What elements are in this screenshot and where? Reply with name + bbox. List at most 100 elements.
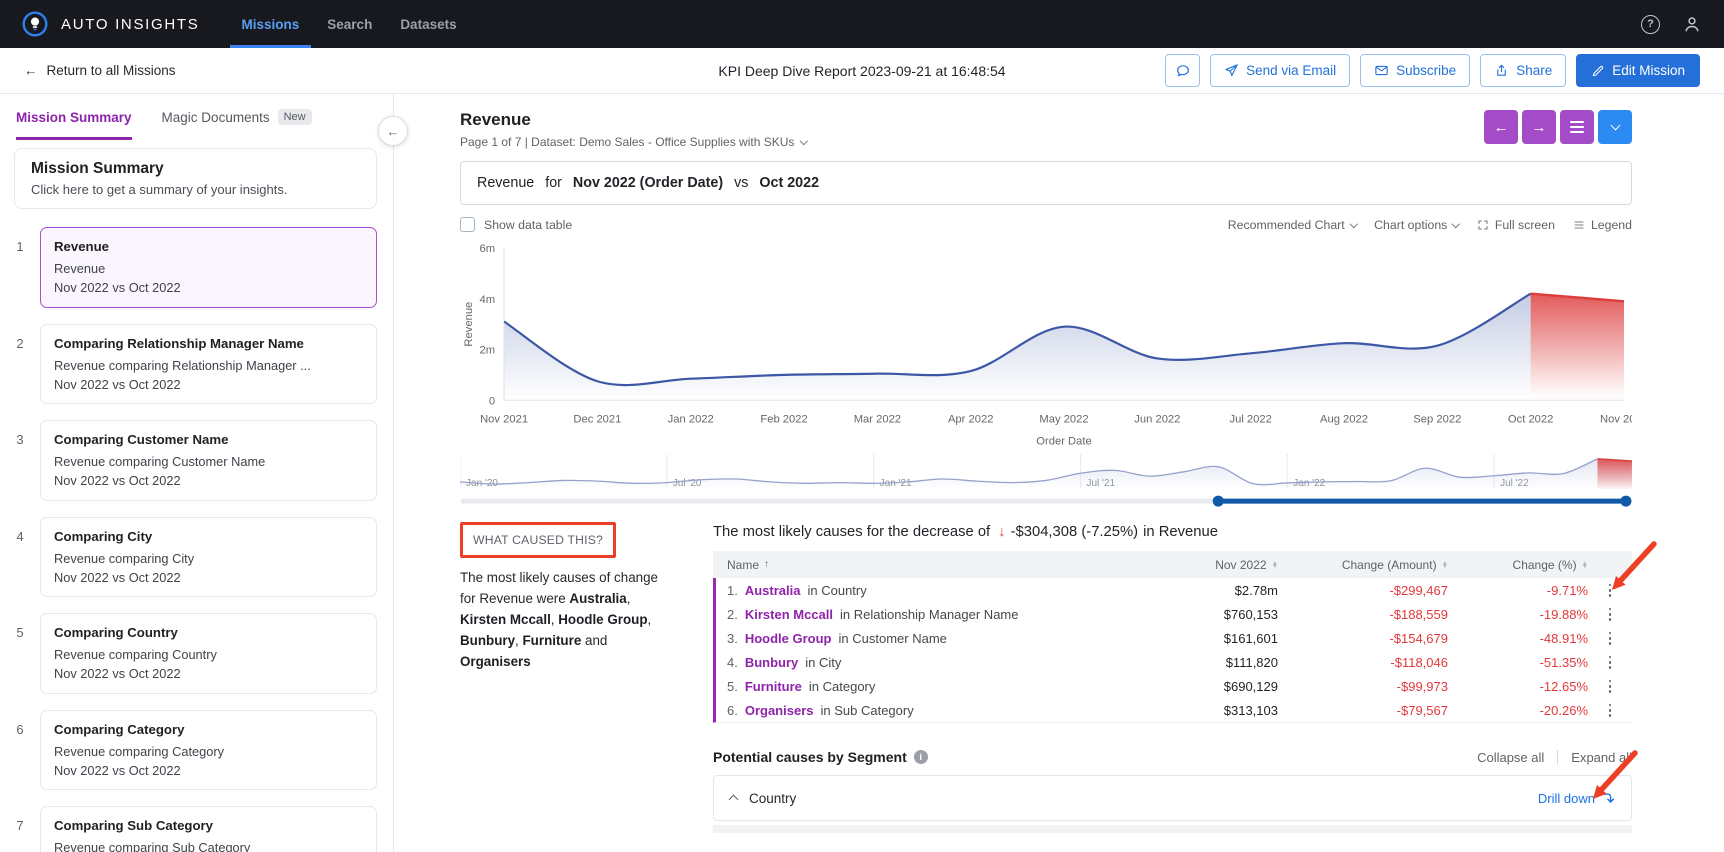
collapse-all-link[interactable]: Collapse all (1477, 750, 1544, 765)
column-header-change-pct[interactable]: Change (%) ▲▼ (1448, 558, 1588, 572)
cause-row[interactable]: 3. Hoodle Group in Customer Name $161,60… (716, 626, 1632, 650)
cause-value: $2.78m (1128, 583, 1278, 598)
envelope-icon (1374, 63, 1389, 78)
chevron-down-icon (1610, 120, 1620, 130)
row-kebab-menu[interactable] (1606, 605, 1615, 625)
mission-item-card[interactable]: Comparing Sub Category Revenue comparing… (40, 806, 377, 852)
page-dropdown-button[interactable] (1598, 110, 1632, 144)
cause-value: $313,103 (1128, 703, 1278, 718)
nav-item[interactable]: Missions (230, 0, 312, 48)
cause-context: in City (805, 655, 841, 670)
column-header-change-amount[interactable]: Change (Amount) ▲▼ (1278, 558, 1448, 572)
drill-down-icon (1601, 791, 1615, 805)
report-title: KPI Deep Dive Report 2023-09-21 at 16:48… (718, 63, 1005, 79)
app-window: AUTO INSIGHTS Missions Search Datasets ? (0, 0, 1724, 852)
mission-summary-card[interactable]: Mission Summary Click here to get a summ… (14, 148, 377, 209)
mission-item-card[interactable]: Comparing City Revenue comparing City No… (40, 517, 377, 598)
mission-item-desc: Revenue comparing Country (54, 645, 363, 664)
chart-options-dropdown[interactable]: Chart options (1374, 218, 1459, 232)
cause-value: $111,820 (1128, 655, 1278, 670)
cause-row[interactable]: 5. Furniture in Category $690,129 -$99,9… (716, 674, 1632, 698)
mission-item-card[interactable]: Comparing Relationship Manager Name Reve… (40, 324, 377, 405)
svg-text:Jun 2022: Jun 2022 (1134, 413, 1180, 425)
nav-item[interactable]: Search (315, 0, 384, 48)
mission-item-title: Comparing City (54, 527, 363, 546)
right-arrow-icon: → (1532, 119, 1547, 136)
row-kebab-menu[interactable] (1606, 701, 1615, 721)
cause-name-link[interactable]: Furniture (745, 679, 802, 694)
mission-item-card[interactable]: Revenue Revenue Nov 2022 vs Oct 2022 (40, 227, 377, 308)
svg-text:6m: 6m (479, 243, 495, 255)
row-kebab-menu[interactable] (1606, 653, 1615, 673)
dataset-selector[interactable]: Page 1 of 7 | Dataset: Demo Sales - Offi… (460, 135, 807, 149)
tab-magic-documents[interactable]: Magic Documents New (162, 94, 312, 140)
mission-item-title: Comparing Category (54, 720, 363, 739)
mission-item-card[interactable]: Comparing Category Revenue comparing Cat… (40, 710, 377, 791)
recommended-chart-dropdown[interactable]: Recommended Chart (1228, 218, 1356, 232)
mission-list-item: 1 Revenue Revenue Nov 2022 vs Oct 2022 (0, 227, 393, 308)
cause-name-link[interactable]: Bunbury (745, 655, 798, 670)
what-caused-text: The most likely causes of change for Rev… (460, 568, 677, 672)
column-header-name[interactable]: Name ↑ (713, 558, 1128, 572)
comments-button[interactable] (1165, 54, 1200, 87)
mission-item-number: 5 (0, 613, 40, 694)
svg-text:0: 0 (489, 395, 495, 407)
page-menu-button[interactable] (1560, 110, 1594, 144)
app-title: AUTO INSIGHTS (61, 16, 200, 33)
show-data-table-checkbox[interactable] (460, 217, 475, 232)
column-header-nov-2022[interactable]: Nov 2022 ▲▼ (1128, 558, 1278, 572)
cause-name-link[interactable]: Hoodle Group (745, 631, 832, 646)
segment-country-label: Country (749, 791, 796, 806)
segment-country-accordion[interactable]: Country Drill down (713, 775, 1632, 821)
cause-name-link[interactable]: Australia (745, 583, 801, 598)
next-page-button[interactable]: → (1522, 110, 1556, 144)
cutoff-next-section (713, 825, 1632, 833)
mission-item-title: Comparing Customer Name (54, 430, 363, 449)
mission-header: ← Return to all Missions KPI Deep Dive R… (0, 48, 1724, 94)
expand-all-link[interactable]: Expand all (1571, 750, 1632, 765)
cause-row[interactable]: 4. Bunbury in City $111,820 -$118,046 -5… (716, 650, 1632, 674)
cause-row[interactable]: 2. Kirsten Mccall in Relationship Manage… (716, 602, 1632, 626)
row-kebab-menu[interactable] (1606, 677, 1615, 697)
previous-page-button[interactable]: ← (1484, 110, 1518, 144)
chat-bubble-icon (1175, 63, 1191, 79)
mission-list-item: 7 Comparing Sub Category Revenue compari… (0, 806, 393, 852)
edit-mission-button[interactable]: Edit Mission (1576, 54, 1700, 87)
legend-button[interactable]: Legend (1573, 218, 1632, 232)
share-button[interactable]: Share (1480, 54, 1566, 87)
cause-name-link[interactable]: Organisers (745, 703, 814, 718)
mission-list-scroll[interactable]: Mission Summary Click here to get a summ… (0, 140, 393, 852)
help-icon[interactable]: ? (1641, 15, 1660, 34)
svg-text:May 2022: May 2022 (1039, 413, 1088, 425)
user-icon[interactable] (1682, 14, 1702, 34)
what-caused-column: WHAT CAUSED THIS? The most likely causes… (460, 522, 713, 833)
mission-item-period: Nov 2022 vs Oct 2022 (54, 664, 363, 683)
mission-item-number: 1 (0, 227, 40, 308)
mission-item-card[interactable]: Comparing Customer Name Revenue comparin… (40, 420, 377, 501)
return-to-missions-link[interactable]: ← Return to all Missions (24, 63, 176, 78)
row-kebab-menu[interactable] (1606, 629, 1615, 649)
mission-item-desc: Revenue comparing Relationship Manager .… (54, 356, 363, 375)
mission-item-period: Nov 2022 vs Oct 2022 (54, 375, 363, 394)
svg-text:Jan 2022: Jan 2022 (668, 413, 714, 425)
cause-row[interactable]: 6. Organisers in Sub Category $313,103 -… (716, 698, 1632, 722)
chevron-down-icon (1350, 220, 1358, 228)
send-via-email-button[interactable]: Send via Email (1210, 54, 1350, 87)
timeline-minimap[interactable]: Jan '20Jul '20Jan '21Jul '21Jan '22Jul '… (460, 452, 1632, 510)
sort-ascending-icon: ↑ (764, 559, 769, 570)
mission-item-title: Revenue (54, 237, 363, 256)
drill-down-link[interactable]: Drill down (1538, 791, 1615, 806)
row-kebab-menu[interactable] (1606, 581, 1615, 601)
subscribe-button[interactable]: Subscribe (1360, 54, 1470, 87)
mission-item-period: Nov 2022 vs Oct 2022 (54, 278, 363, 297)
cause-row[interactable]: 1. Australia in Country $2.78m -$299,467… (716, 578, 1632, 602)
svg-text:Dec 2021: Dec 2021 (573, 413, 621, 425)
mission-item-card[interactable]: Comparing Country Revenue comparing Coun… (40, 613, 377, 694)
tab-mission-summary[interactable]: Mission Summary (16, 94, 132, 140)
cause-change-pct: -19.88% (1448, 607, 1588, 622)
sidebar-collapse-button[interactable]: ← (378, 116, 408, 146)
nav-item[interactable]: Datasets (388, 0, 468, 48)
cause-name-link[interactable]: Kirsten Mccall (745, 607, 833, 622)
full-screen-button[interactable]: Full screen (1477, 218, 1555, 232)
info-icon[interactable]: i (914, 750, 928, 764)
